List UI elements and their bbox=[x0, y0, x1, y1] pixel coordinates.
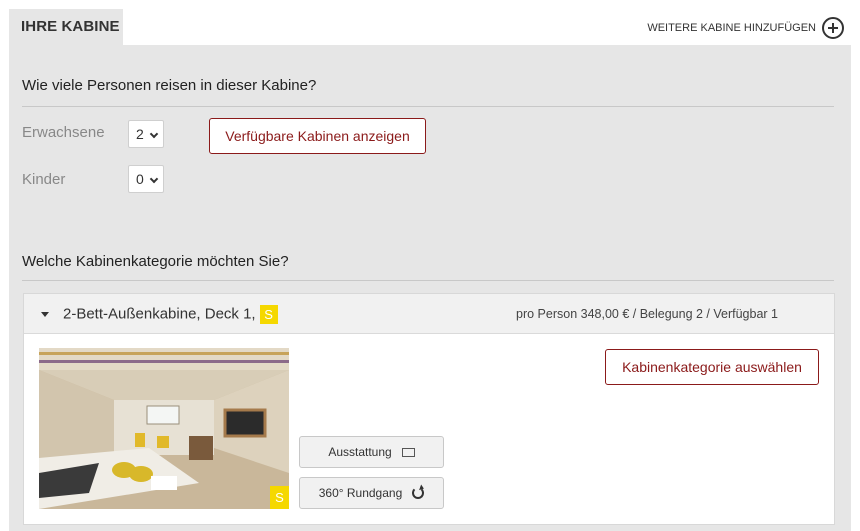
chevron-down-icon bbox=[149, 174, 159, 184]
category-title: Welche Kabinenkategorie möchten Sie? bbox=[22, 253, 289, 270]
tv-icon bbox=[401, 447, 415, 457]
children-value: 0 bbox=[136, 171, 144, 187]
caret-down-icon[interactable] bbox=[41, 312, 49, 317]
refresh-icon bbox=[412, 487, 425, 499]
cabin-category-name: 2-Bett-Außenkabine, Deck 1, S bbox=[63, 305, 278, 324]
equipment-button-label: Ausstattung bbox=[328, 445, 392, 459]
select-cabin-category-button[interactable]: Kabinenkategorie auswählen bbox=[605, 349, 819, 385]
category-badge: S bbox=[259, 305, 278, 324]
price-availability: pro Person 348,00 € / Belegung 2 / Verfü… bbox=[516, 307, 778, 321]
add-cabin-button[interactable]: WEITERE KABINE HINZUFÜGEN bbox=[647, 16, 844, 40]
divider bbox=[22, 280, 834, 281]
plus-circle-icon bbox=[822, 17, 844, 39]
adults-value: 2 bbox=[136, 126, 144, 142]
adults-select[interactable]: 2 bbox=[128, 120, 164, 148]
cabin-panel: Wie viele Personen reisen in dieser Kabi… bbox=[9, 45, 851, 531]
cabin-photo[interactable]: S bbox=[39, 348, 289, 509]
chevron-down-icon bbox=[149, 129, 159, 139]
tab-bar: IHRE KABINE WEITERE KABINE HINZUFÜGEN bbox=[0, 0, 860, 45]
photo-badge: S bbox=[270, 486, 289, 509]
children-select[interactable]: 0 bbox=[128, 165, 164, 193]
persons-title: Wie viele Personen reisen in dieser Kabi… bbox=[22, 77, 317, 94]
add-cabin-label: WEITERE KABINE HINZUFÜGEN bbox=[647, 22, 816, 34]
tour-360-button-label: 360° Rundgang bbox=[318, 486, 403, 500]
adults-label: Erwachsene bbox=[22, 124, 105, 141]
equipment-button[interactable]: Ausstattung bbox=[299, 436, 444, 468]
children-label: Kinder bbox=[22, 171, 66, 188]
tab-ihre-kabine[interactable]: IHRE KABINE bbox=[9, 9, 123, 45]
cabin-category-name-text: 2-Bett-Außenkabine, Deck 1, bbox=[63, 305, 256, 323]
divider bbox=[22, 106, 834, 107]
card-header[interactable]: 2-Bett-Außenkabine, Deck 1, S pro Person … bbox=[24, 294, 834, 334]
show-available-cabins-button[interactable]: Verfügbare Kabinen anzeigen bbox=[209, 118, 426, 154]
cabin-photo-illustration bbox=[39, 348, 289, 509]
cabin-category-card: 2-Bett-Außenkabine, Deck 1, S pro Person … bbox=[23, 293, 835, 525]
tour-360-button[interactable]: 360° Rundgang bbox=[299, 477, 444, 509]
